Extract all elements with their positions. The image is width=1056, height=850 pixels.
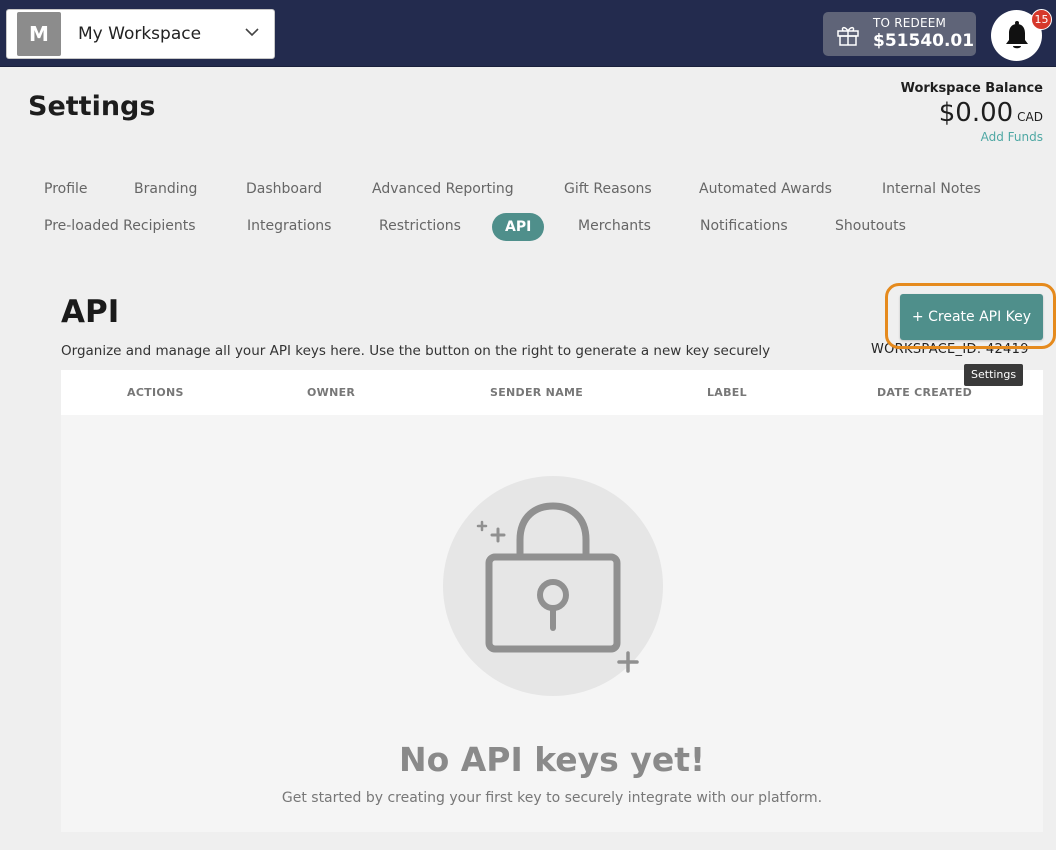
tab-integrations[interactable]: Integrations <box>247 218 331 234</box>
api-section-title: API <box>61 294 120 330</box>
column-actions: ACTIONS <box>127 386 184 399</box>
empty-state-title: No API keys yet! <box>398 740 706 779</box>
redeem-amount: $51540.01 <box>873 31 975 51</box>
tab-profile[interactable]: Profile <box>44 181 88 197</box>
redeem-label: TO REDEEM <box>873 16 947 30</box>
gift-icon <box>837 26 859 46</box>
tab-shoutouts[interactable]: Shoutouts <box>835 218 906 234</box>
tab-dashboard[interactable]: Dashboard <box>246 181 322 197</box>
tab-internal-notes[interactable]: Internal Notes <box>882 181 981 197</box>
api-section-description: Organize and manage all your API keys he… <box>61 343 771 359</box>
tab-automated-awards[interactable]: Automated Awards <box>699 181 832 197</box>
redeem-button[interactable]: TO REDEEM $51540.01 <box>823 12 976 56</box>
tab-notifications[interactable]: Notifications <box>700 218 788 234</box>
column-sender-name: SENDER NAME <box>490 386 584 399</box>
add-funds-link[interactable]: Add Funds <box>981 130 1043 144</box>
workspace-name: My Workspace <box>78 24 202 44</box>
workspace-avatar: M <box>17 12 61 56</box>
tab-merchants[interactable]: Merchants <box>578 218 651 234</box>
tooltip: Settings <box>964 364 1024 386</box>
tab-api[interactable]: API <box>492 213 545 241</box>
balance-value: $0.00 <box>938 98 1014 128</box>
column-label: LABEL <box>707 386 747 399</box>
page-title: Settings <box>28 91 156 122</box>
create-api-key-button[interactable]: + Create API Key <box>900 294 1043 340</box>
tab-restrictions[interactable]: Restrictions <box>379 218 461 234</box>
workspace-balance-amount: $0.00 CAD <box>939 98 1043 128</box>
notification-count-badge: 15 <box>1031 9 1052 30</box>
tab-advanced-reporting[interactable]: Advanced Reporting <box>372 181 514 197</box>
workspace-selector[interactable]: M My Workspace <box>6 9 275 59</box>
lock-icon <box>476 502 639 673</box>
bell-icon <box>1006 21 1028 49</box>
tab-gift-reasons[interactable]: Gift Reasons <box>564 181 652 197</box>
table-header: ACTIONS OWNER SENDER NAME LABEL DATE CRE… <box>61 370 1043 415</box>
balance-currency: CAD <box>1017 110 1043 124</box>
empty-state-subtitle: Get started by creating your first key t… <box>281 790 823 806</box>
tab-pre-loaded-recipients[interactable]: Pre-loaded Recipients <box>44 218 196 234</box>
chevron-down-icon <box>245 28 259 37</box>
column-owner: OWNER <box>307 386 356 399</box>
column-date-created: DATE CREATED <box>877 386 973 399</box>
tab-branding[interactable]: Branding <box>134 181 197 197</box>
workspace-balance-label: Workspace Balance <box>900 81 1043 96</box>
